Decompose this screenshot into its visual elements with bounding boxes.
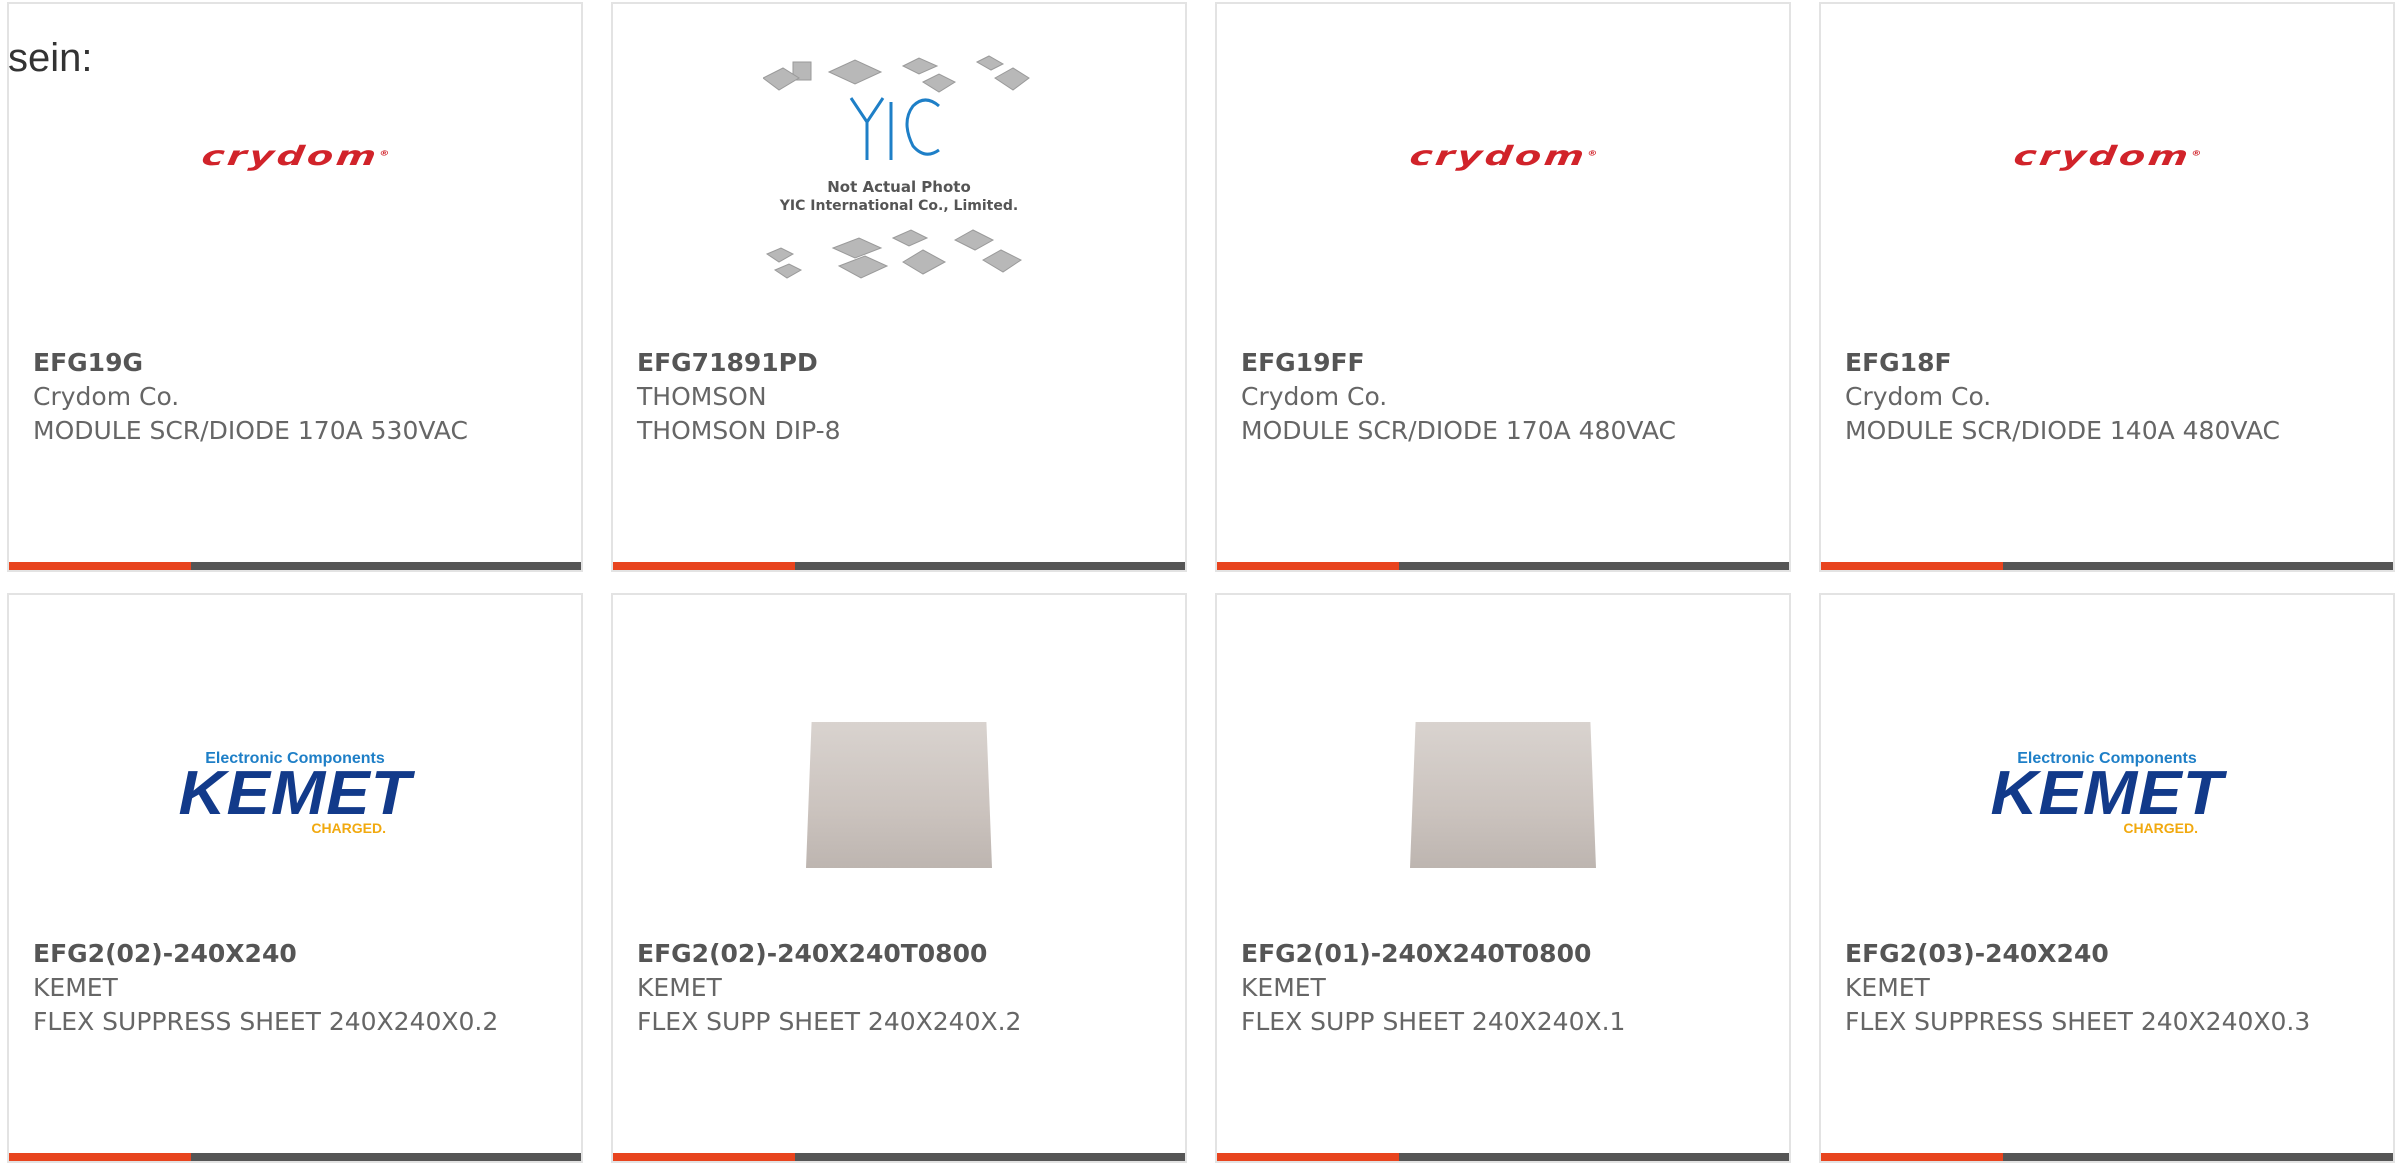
description: FLEX SUPP SHEET 240X240X.2 xyxy=(637,1007,1022,1036)
product-card[interactable]: EFG2(02)-240X240T0800 KEMET FLEX SUPP SH… xyxy=(611,593,1187,1163)
part-number-link[interactable]: EFG19G xyxy=(33,346,569,380)
product-card[interactable]: crydom® EFG18F Crydom Co. MODULE SCR/DIO… xyxy=(1819,2,2395,572)
card-bar xyxy=(613,1153,1185,1161)
description: FLEX SUPPRESS SHEET 240X240X0.3 xyxy=(1845,1007,2311,1036)
kemet-logo: Electronic Components KEMET CHARGED. xyxy=(1990,750,2224,836)
product-image[interactable]: Not Actual Photo YIC International Co., … xyxy=(613,55,1185,286)
manufacturer: KEMET xyxy=(1241,973,1326,1002)
manufacturer: KEMET xyxy=(33,973,118,1002)
product-card[interactable]: Not Actual Photo YIC International Co., … xyxy=(611,2,1187,572)
product-card[interactable]: Electronic Components KEMET CHARGED. EFG… xyxy=(1819,593,2395,1163)
description: MODULE SCR/DIODE 170A 480VAC xyxy=(1241,416,1676,445)
crydom-logo: crydom® xyxy=(199,140,390,172)
part-number-link[interactable]: EFG71891PD xyxy=(637,346,1173,380)
card-bar xyxy=(1217,1153,1789,1161)
card-bar xyxy=(613,562,1185,570)
manufacturer: Crydom Co. xyxy=(1241,382,1388,411)
description: THOMSON DIP-8 xyxy=(637,416,841,445)
card-bar-accent xyxy=(1821,562,2003,570)
card-bar-accent xyxy=(9,562,191,570)
card-bar-accent xyxy=(613,1153,795,1161)
description: MODULE SCR/DIODE 170A 530VAC xyxy=(33,416,468,445)
description: FLEX SUPPRESS SHEET 240X240X0.2 xyxy=(33,1007,499,1036)
manufacturer: KEMET xyxy=(1845,973,1930,1002)
part-number-link[interactable]: EFG18F xyxy=(1845,346,2381,380)
manufacturer: Crydom Co. xyxy=(33,382,180,411)
part-number-link[interactable]: EFG2(02)-240X240 xyxy=(33,937,569,971)
card-bar xyxy=(1821,1153,2393,1161)
part-number-link[interactable]: EFG19FF xyxy=(1241,346,1777,380)
product-image[interactable]: crydom® xyxy=(1821,66,2393,286)
part-number-link[interactable]: EFG2(02)-240X240T0800 xyxy=(637,937,1173,971)
description: FLEX SUPP SHEET 240X240X.1 xyxy=(1241,1007,1626,1036)
crydom-logo: crydom® xyxy=(2011,140,2202,172)
description: MODULE SCR/DIODE 140A 480VAC xyxy=(1845,416,2280,445)
card-bar-accent xyxy=(1217,1153,1399,1161)
product-card[interactable]: crydom® EFG19FF Crydom Co. MODULE SCR/DI… xyxy=(1215,2,1791,572)
product-image[interactable] xyxy=(613,657,1185,877)
part-number-link[interactable]: EFG2(03)-240X240 xyxy=(1845,937,2381,971)
product-card[interactable]: EFG2(01)-240X240T0800 KEMET FLEX SUPP SH… xyxy=(1215,593,1791,1163)
card-bar-accent xyxy=(9,1153,191,1161)
kemet-logo: Electronic Components KEMET CHARGED. xyxy=(178,750,412,836)
product-image[interactable]: crydom® xyxy=(1217,66,1789,286)
product-image[interactable]: Electronic Components KEMET CHARGED. xyxy=(9,657,581,877)
lead-text: sein: xyxy=(8,36,93,80)
card-bar xyxy=(1821,562,2393,570)
part-number-link[interactable]: EFG2(01)-240X240T0800 xyxy=(1241,937,1777,971)
card-bar xyxy=(9,562,581,570)
card-bar-accent xyxy=(613,562,795,570)
card-bar-accent xyxy=(1217,562,1399,570)
card-bar-accent xyxy=(1821,1153,2003,1161)
card-bar xyxy=(9,1153,581,1161)
manufacturer: THOMSON xyxy=(637,382,767,411)
svg-text:Not Actual Photo: Not Actual Photo xyxy=(827,178,971,196)
sheet-photo xyxy=(806,722,992,868)
product-image[interactable]: Electronic Components KEMET CHARGED. xyxy=(1821,657,2393,877)
product-card[interactable]: crydom® EFG19G Crydom Co. MODULE SCR/DIO… xyxy=(7,2,583,572)
product-image[interactable]: crydom® xyxy=(9,66,581,286)
product-card[interactable]: Electronic Components KEMET CHARGED. EFG… xyxy=(7,593,583,1163)
product-image[interactable] xyxy=(1217,657,1789,877)
sheet-photo xyxy=(1410,722,1596,868)
card-bar xyxy=(1217,562,1789,570)
manufacturer: KEMET xyxy=(637,973,722,1002)
svg-text:YIC International Co., Limited: YIC International Co., Limited. xyxy=(779,198,1018,214)
crydom-logo: crydom® xyxy=(1407,140,1598,172)
not-actual-photo-image: Not Actual Photo YIC International Co., … xyxy=(763,55,1030,279)
manufacturer: Crydom Co. xyxy=(1845,382,1992,411)
